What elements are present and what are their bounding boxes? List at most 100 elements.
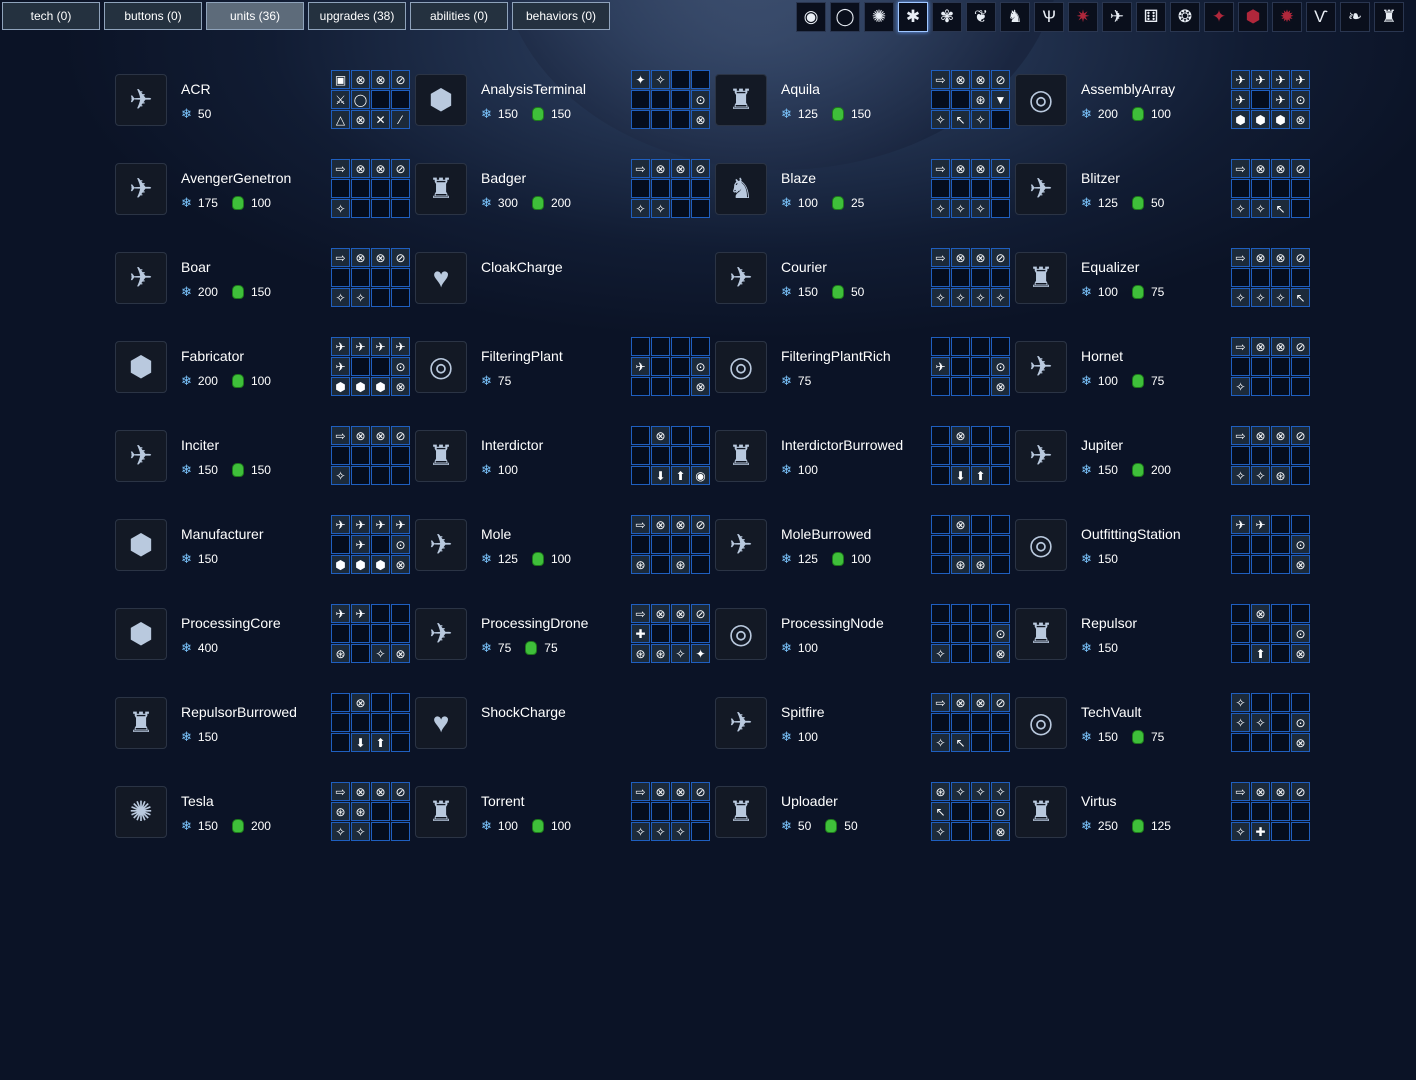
command-button[interactable]: ⊘ xyxy=(691,782,710,801)
race-icon-10[interactable]: ✈ xyxy=(1102,2,1132,32)
command-button[interactable]: ◉ xyxy=(691,466,710,485)
unit-card[interactable]: ✈ Courier ❄ 150 50 ⇨ ⊗ ⊗ ⊘ ✧ ✧ ✧ ✧ xyxy=(715,248,1015,308)
command-button[interactable]: ⊘ xyxy=(391,70,410,89)
race-icon-4[interactable]: ✱ xyxy=(898,2,928,32)
race-icon-3[interactable]: ✺ xyxy=(864,2,894,32)
command-button[interactable]: ⊛ xyxy=(671,555,690,574)
unit-card[interactable]: ⬢ Manufacturer ❄ 150 ✈ ✈ ✈ ✈ ✈ ⊙ ⬢ ⬢ ⬢ ⊗ xyxy=(115,515,415,575)
command-button[interactable]: ⊘ xyxy=(691,159,710,178)
command-button[interactable]: ✈ xyxy=(1291,70,1310,89)
command-button[interactable]: ⇨ xyxy=(1231,159,1250,178)
command-button[interactable]: ⬢ xyxy=(351,377,370,396)
command-button[interactable]: ✧ xyxy=(651,70,670,89)
command-button[interactable]: ⬆ xyxy=(671,466,690,485)
command-button[interactable]: ◯ xyxy=(351,90,370,109)
command-button[interactable]: ⊗ xyxy=(671,782,690,801)
command-button[interactable]: ⊘ xyxy=(1291,248,1310,267)
command-button[interactable]: △ xyxy=(331,110,350,129)
race-icon-13[interactable]: ✦ xyxy=(1204,2,1234,32)
tab-upgrades[interactable]: upgrades (38) xyxy=(308,2,406,30)
unit-portrait[interactable]: ✈ xyxy=(715,252,767,304)
command-button[interactable]: ⊗ xyxy=(1291,110,1310,129)
unit-portrait[interactable]: ♜ xyxy=(415,430,467,482)
command-button[interactable]: ⬢ xyxy=(1271,110,1290,129)
command-button[interactable]: ✧ xyxy=(971,288,990,307)
command-button[interactable]: ✈ xyxy=(1231,70,1250,89)
unit-card[interactable]: ♜ InterdictorBurrowed ❄ 100 ⊗ ⬇ ⬆ xyxy=(715,426,1015,486)
command-button[interactable]: ⊛ xyxy=(331,802,350,821)
unit-portrait[interactable]: ♜ xyxy=(715,74,767,126)
unit-card[interactable]: ✈ Hornet ❄ 100 75 ⇨ ⊗ ⊗ ⊘ ✧ xyxy=(1015,337,1315,397)
command-button[interactable]: ⊗ xyxy=(971,159,990,178)
command-button[interactable]: ⊛ xyxy=(631,555,650,574)
unit-portrait[interactable]: ♥ xyxy=(415,252,467,304)
race-icon-15[interactable]: ✹ xyxy=(1272,2,1302,32)
unit-portrait[interactable]: ♜ xyxy=(415,786,467,838)
command-button[interactable]: ⇨ xyxy=(331,248,350,267)
command-button[interactable]: ✧ xyxy=(331,288,350,307)
command-button[interactable]: ⊗ xyxy=(371,70,390,89)
command-button[interactable]: ⊘ xyxy=(991,693,1010,712)
command-button[interactable]: ⊛ xyxy=(971,90,990,109)
race-icon-6[interactable]: ❦ xyxy=(966,2,996,32)
command-button[interactable]: ⬇ xyxy=(651,466,670,485)
unit-card[interactable]: ⬢ ProcessingCore ❄ 400 ✈ ✈ ⊛ ✧ ⊗ xyxy=(115,604,415,664)
command-button[interactable]: ⚔ xyxy=(331,90,350,109)
command-button[interactable]: ✧ xyxy=(351,288,370,307)
command-button[interactable]: ✧ xyxy=(631,199,650,218)
race-icon-12[interactable]: ❂ xyxy=(1170,2,1200,32)
command-button[interactable]: ✈ xyxy=(1231,90,1250,109)
command-button[interactable]: ✈ xyxy=(631,357,650,376)
command-button[interactable]: ⬢ xyxy=(1251,110,1270,129)
race-icon-11[interactable]: ⚅ xyxy=(1136,2,1166,32)
command-button[interactable]: ⊙ xyxy=(1291,713,1310,732)
command-button[interactable]: ⊗ xyxy=(991,644,1010,663)
command-button[interactable]: ⇨ xyxy=(631,604,650,623)
command-button[interactable]: ⇨ xyxy=(931,248,950,267)
command-button[interactable]: ⊛ xyxy=(1271,466,1290,485)
command-button[interactable]: ⇨ xyxy=(1231,782,1250,801)
command-button[interactable]: ✧ xyxy=(671,822,690,841)
command-button[interactable]: ✧ xyxy=(931,733,950,752)
command-button[interactable]: ✧ xyxy=(1231,466,1250,485)
command-button[interactable]: ▼ xyxy=(991,90,1010,109)
unit-card[interactable]: ⬢ Fabricator ❄ 200 100 ✈ ✈ ✈ ✈ ✈ ⊙ ⬢ ⬢ ⬢ ⊗ xyxy=(115,337,415,397)
unit-card[interactable]: ♞ Blaze ❄ 100 25 ⇨ ⊗ ⊗ ⊘ ✧ ✧ ✧ xyxy=(715,159,1015,219)
command-button[interactable]: ✧ xyxy=(931,644,950,663)
command-button[interactable]: ✧ xyxy=(331,199,350,218)
command-button[interactable]: ⊗ xyxy=(1251,426,1270,445)
command-button[interactable]: ✈ xyxy=(331,604,350,623)
unit-card[interactable]: ◎ OutfittingStation ❄ 150 ✈ ✈ ⊙ ⊗ xyxy=(1015,515,1315,575)
command-button[interactable]: ⊗ xyxy=(1271,337,1290,356)
race-icon-14[interactable]: ⬢ xyxy=(1238,2,1268,32)
command-button[interactable]: ⊗ xyxy=(951,693,970,712)
command-button[interactable]: ⊛ xyxy=(931,782,950,801)
command-button[interactable]: ⇨ xyxy=(631,515,650,534)
unit-card[interactable]: ◎ FilteringPlantRich ❄ 75 ✈ ⊙ ⊗ xyxy=(715,337,1015,397)
command-button[interactable]: ⊗ xyxy=(371,782,390,801)
command-button[interactable]: ⊘ xyxy=(691,515,710,534)
unit-card[interactable]: ✈ Spitfire ❄ 100 ⇨ ⊗ ⊗ ⊘ ✧ ↖ xyxy=(715,693,1015,753)
command-button[interactable]: ✦ xyxy=(691,644,710,663)
unit-card[interactable]: ◎ ProcessingNode ❄ 100 ⊙ ✧ ⊗ xyxy=(715,604,1015,664)
command-button[interactable]: ✦ xyxy=(631,70,650,89)
command-button[interactable]: ✈ xyxy=(391,515,410,534)
command-button[interactable]: ⊗ xyxy=(951,248,970,267)
command-button[interactable]: ⊙ xyxy=(1291,624,1310,643)
command-button[interactable]: ⊗ xyxy=(671,604,690,623)
command-button[interactable]: ⬢ xyxy=(1231,110,1250,129)
command-button[interactable]: ⇨ xyxy=(331,782,350,801)
command-button[interactable]: ⊗ xyxy=(951,426,970,445)
unit-card[interactable]: ♜ Torrent ❄ 100 100 ⇨ ⊗ ⊗ ⊘ ✧ ✧ ✧ xyxy=(415,782,715,842)
unit-card[interactable]: ✈ Mole ❄ 125 100 ⇨ ⊗ ⊗ ⊘ ⊛ ⊛ xyxy=(415,515,715,575)
unit-card[interactable]: ◎ TechVault ❄ 150 75 ✧ ✧ ✧ ⊙ ⊗ xyxy=(1015,693,1315,753)
command-button[interactable]: ⊗ xyxy=(1251,248,1270,267)
command-button[interactable]: ✧ xyxy=(931,288,950,307)
command-button[interactable]: ✈ xyxy=(1251,515,1270,534)
command-button[interactable]: ⊗ xyxy=(971,693,990,712)
command-button[interactable]: ⊙ xyxy=(1291,535,1310,554)
command-button[interactable]: ⊙ xyxy=(1291,90,1310,109)
command-button[interactable]: ⇨ xyxy=(331,159,350,178)
unit-card[interactable]: ✈ Blitzer ❄ 125 50 ⇨ ⊗ ⊗ ⊘ ✧ ✧ ↖ xyxy=(1015,159,1315,219)
command-button[interactable]: ⊙ xyxy=(391,357,410,376)
